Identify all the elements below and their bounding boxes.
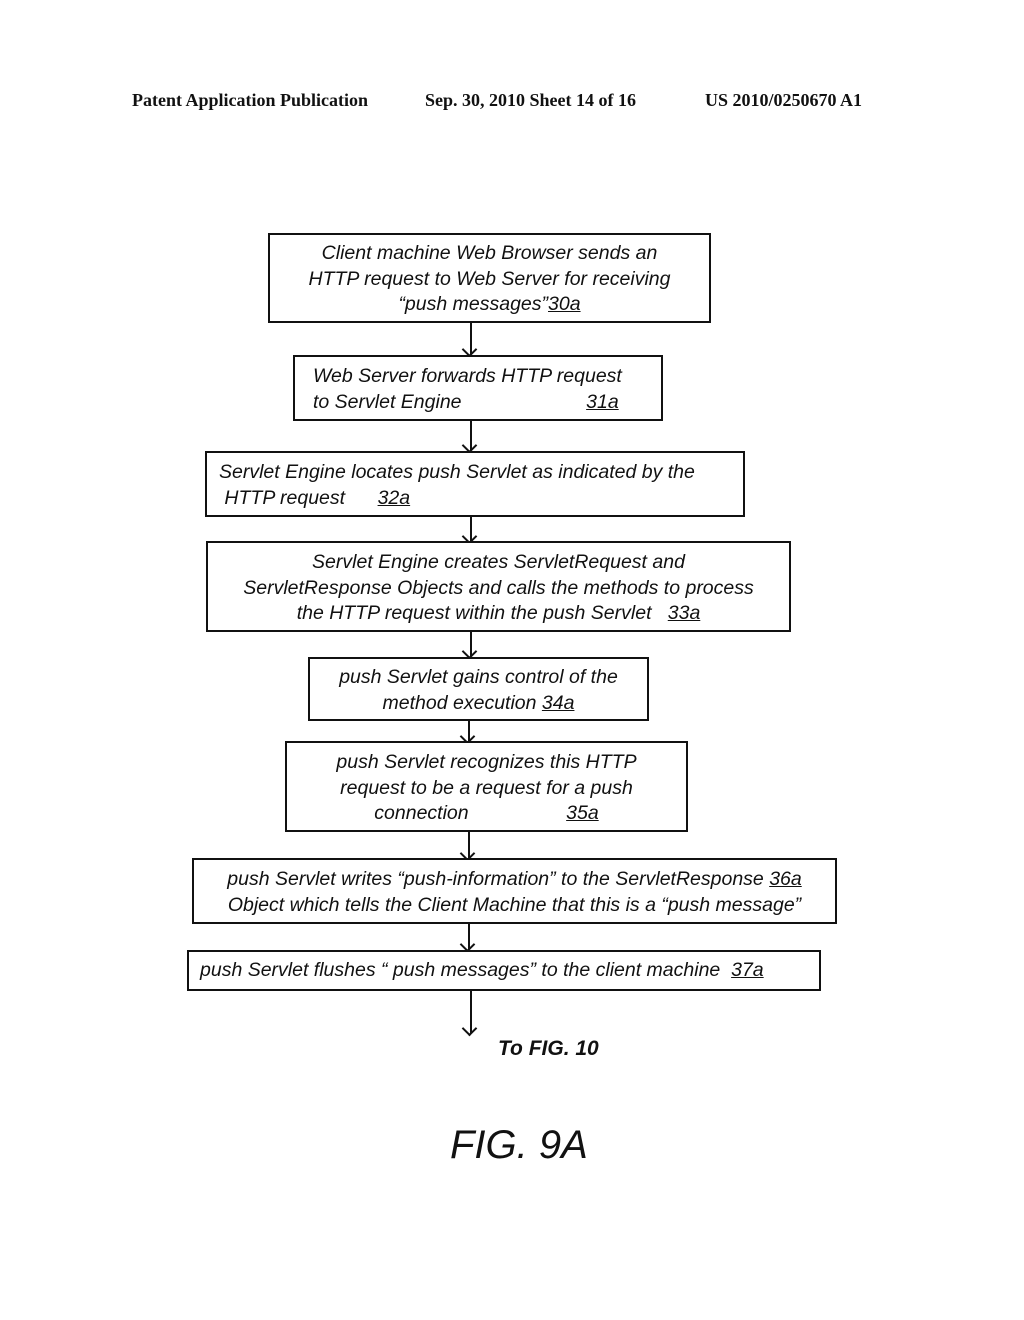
flow-arrow <box>468 721 470 741</box>
step-36a-box: push Servlet writes “push-information” t… <box>192 858 837 924</box>
step-text: connection <box>374 802 567 824</box>
step-text: Object which tells the Client Machine th… <box>227 893 802 916</box>
step-text: the HTTP request within the push Servlet <box>296 602 668 624</box>
step-ref: 30a <box>548 293 581 315</box>
step-text: method execution <box>382 691 542 714</box>
step-32a-box: Servlet Engine locates push Servlet as i… <box>205 451 745 517</box>
flow-arrow <box>468 832 470 858</box>
header-date-sheet: Sep. 30, 2010 Sheet 14 of 16 <box>425 90 636 110</box>
flow-arrow <box>468 924 470 949</box>
flow-arrow <box>470 421 472 450</box>
step-35a-box: push Servlet recognizes this HTTP reques… <box>285 741 688 832</box>
step-ref: 31a <box>586 390 619 413</box>
header-patent-number: US 2010/0250670 A1 <box>705 90 863 110</box>
step-ref: 34a <box>541 691 575 714</box>
step-text: Web Server forwards HTTP request <box>313 365 622 387</box>
flow-arrow-continuation <box>470 991 472 1033</box>
step-text: push Servlet gains control of the <box>339 666 618 688</box>
continuation-label: To FIG. 10 <box>498 1037 599 1060</box>
step-ref: 37a <box>731 959 764 981</box>
header-publication: Patent Application Publication <box>132 90 369 110</box>
figure-label: FIG. 9A <box>450 1123 588 1167</box>
step-37a-box: push Servlet flushes “ push messages” to… <box>187 950 821 991</box>
step-text: request to be a request for a push <box>340 776 633 799</box>
step-text: push Servlet recognizes this HTTP <box>336 751 637 773</box>
step-text: HTTP request to Web Server for receiving <box>308 267 671 290</box>
step-text: “push messages” <box>398 293 549 315</box>
flow-arrow <box>470 517 472 541</box>
step-34a-box: push Servlet gains control of the method… <box>308 657 649 721</box>
step-ref: 36a <box>769 868 802 890</box>
step-text: push Servlet writes “push-information” t… <box>227 868 770 890</box>
step-text: push Servlet flushes “ push messages” to… <box>200 959 732 981</box>
step-ref: 32a <box>377 486 411 509</box>
step-text: ServletResponse Objects and calls the me… <box>243 576 754 599</box>
step-text: Servlet Engine locates push Servlet as i… <box>219 461 695 483</box>
step-text: Client machine Web Browser sends an <box>321 242 658 264</box>
step-text: to Servlet Engine <box>313 390 587 413</box>
flow-arrow <box>470 323 472 354</box>
step-ref: 33a <box>667 602 701 624</box>
step-30a-box: Client machine Web Browser sends an HTTP… <box>268 233 711 323</box>
step-text: HTTP request <box>219 486 378 509</box>
step-31a-box: Web Server forwards HTTP request to Serv… <box>293 355 663 421</box>
step-33a-box: Servlet Engine creates ServletRequest an… <box>206 541 791 632</box>
flow-arrow <box>470 632 472 656</box>
step-ref: 35a <box>566 802 599 824</box>
step-text: Servlet Engine creates ServletRequest an… <box>312 551 685 573</box>
